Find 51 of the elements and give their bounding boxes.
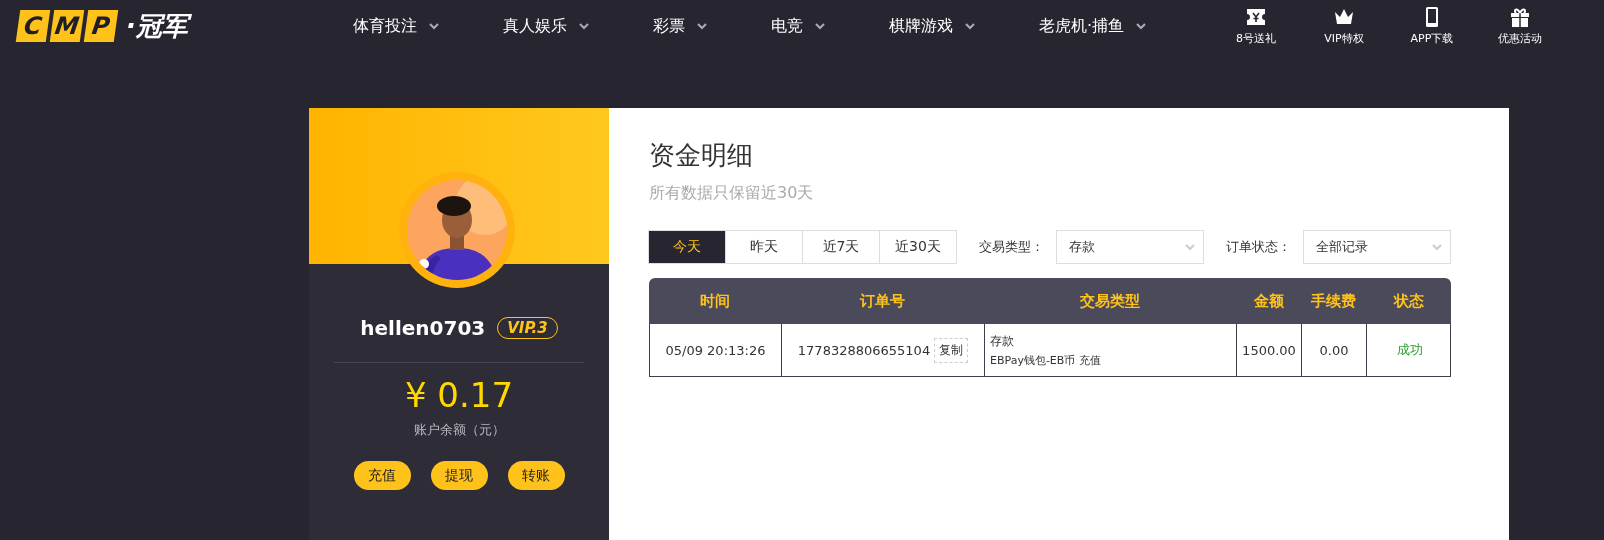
transaction-type: 存款 [990,332,1015,350]
chevron-icon [1136,22,1147,30]
filter-select[interactable]: 存款 [1056,230,1204,264]
date-range-tab[interactable]: 近7天 [802,230,880,264]
copy-button[interactable]: 复制 [934,337,969,363]
column-header: 交易类型 [1079,291,1141,311]
chevron-icon [579,22,589,30]
quick-link[interactable]: 优惠活动 [1476,6,1564,46]
column-header: 时间 [699,291,731,311]
date-range-tab[interactable]: 今天 [648,230,726,264]
date-range-tab[interactable]: 昨天 [725,230,803,264]
balance-label: 账户余额（元） [413,421,505,439]
chevron-icon [697,22,707,30]
nav-item[interactable]: 真人娱乐 [503,15,589,37]
transaction-detail: EBPay钱包-EB币 充值 [990,352,1102,368]
logo[interactable]: C M P ·冠军 [18,8,353,44]
action-button[interactable]: 提现 [430,461,488,490]
username: hellen0703 [360,316,486,340]
quick-link[interactable]: VIP特权 [1300,6,1388,46]
quick-link[interactable]: 8号送礼 [1212,6,1300,46]
filter-label: 订单状态： [1226,238,1291,256]
order-number: 1778328806655104 [797,342,931,358]
nav-item[interactable]: 彩票 [653,15,707,37]
chevron-icon [965,22,975,30]
filter-label: 交易类型： [979,238,1044,256]
nav-item[interactable]: 老虎机·捕鱼 [1039,15,1147,37]
column-header: 订单号 [858,291,906,311]
date-range-tab[interactable]: 近30天 [879,230,957,264]
page-title: 资金明细 [649,139,754,172]
table-cell: 05/09 20:13:26 [650,324,782,376]
chevron-icon [429,22,439,30]
chevron-icon [1432,243,1442,251]
balance-amount: ¥ 0.17 [404,375,514,415]
column-header: 状态 [1392,291,1425,311]
page-subtitle: 所有数据只保留近30天 [649,183,815,204]
column-header: 金额 [1252,291,1285,311]
table-cell: 1500.00 [1237,324,1302,376]
status-text: 成功 [1396,341,1423,359]
chevron-icon [815,22,825,30]
nav-item[interactable]: 体育投注 [353,15,439,37]
chevron-icon [1185,243,1195,251]
ticket-icon [1245,6,1267,28]
table-cell: 0.00 [1302,324,1367,376]
action-button[interactable]: 转账 [507,461,565,490]
quick-link[interactable]: APP下载 [1388,6,1476,46]
nav-item[interactable]: 电竞 [771,15,825,37]
filter-select[interactable]: 全部记录 [1303,230,1451,264]
column-header: 手续费 [1310,291,1357,311]
gift-icon [1509,6,1531,28]
action-button[interactable]: 充值 [353,461,411,490]
nav-item[interactable]: 棋牌游戏 [889,15,975,37]
